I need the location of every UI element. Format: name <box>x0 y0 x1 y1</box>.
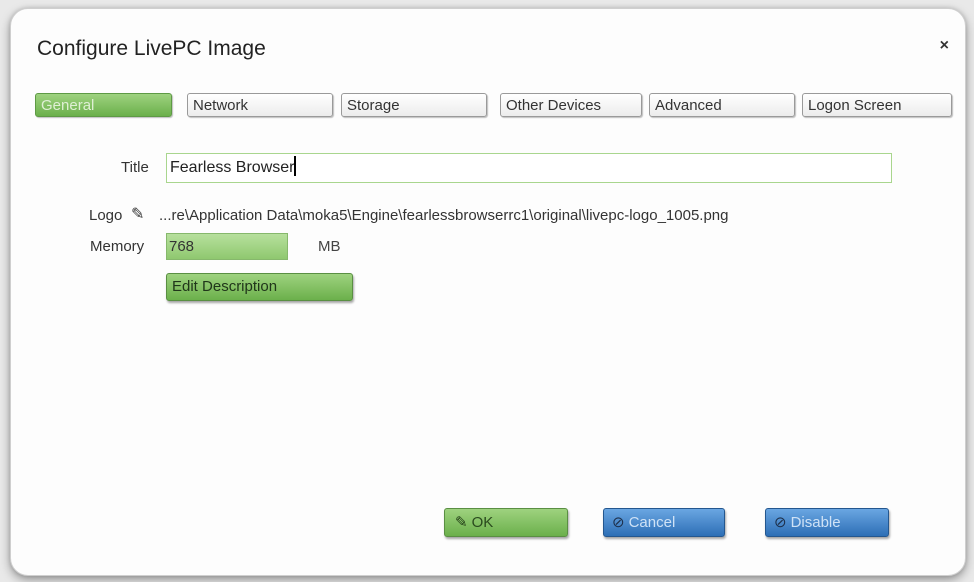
cancel-button-label: Cancel <box>628 514 676 531</box>
tab-advanced[interactable]: Advanced <box>649 93 795 117</box>
edit-description-button[interactable]: Edit Description <box>166 273 353 301</box>
dialog-title: Configure LivePC Image <box>37 37 266 60</box>
ok-button-label: OK <box>471 514 494 531</box>
pencil-icon: ✎ <box>455 514 468 531</box>
memory-label: Memory <box>90 238 145 255</box>
configure-dialog: Configure LivePC Image × General Network… <box>10 8 966 576</box>
logo-label: Logo <box>89 207 123 224</box>
prohibited-icon: ⊘ <box>774 514 787 531</box>
text-caret <box>294 156 297 176</box>
tab-logon-screen[interactable]: Logon Screen <box>802 93 952 117</box>
ok-button[interactable]: ✎ OK <box>444 508 568 537</box>
close-icon[interactable]: × <box>940 37 949 55</box>
prohibited-icon: ⊘ <box>612 514 625 531</box>
disable-button[interactable]: ⊘ Disable <box>765 508 889 537</box>
title-input[interactable]: Fearless Browser <box>166 153 892 183</box>
pencil-icon[interactable]: ✎ <box>131 204 144 224</box>
memory-input[interactable]: 768 <box>166 233 288 260</box>
memory-unit: MB <box>318 238 341 255</box>
tab-network[interactable]: Network <box>187 93 333 117</box>
tab-storage[interactable]: Storage <box>341 93 487 117</box>
tab-other-devices[interactable]: Other Devices <box>500 93 642 117</box>
tab-general[interactable]: General <box>35 93 172 117</box>
disable-button-label: Disable <box>790 514 841 531</box>
cancel-button[interactable]: ⊘ Cancel <box>603 508 725 537</box>
title-input-value: Fearless Browser <box>170 159 295 176</box>
title-label: Title <box>121 159 149 176</box>
logo-path: ...re\Application Data\moka5\Engine\fear… <box>159 207 729 224</box>
